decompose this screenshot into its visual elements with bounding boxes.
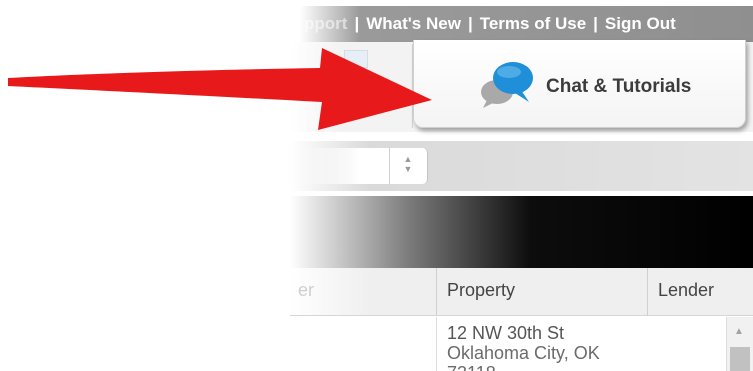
address-line-street: 12 NW 30th St [447,323,565,343]
sign-out-link[interactable]: Sign Out [605,14,676,34]
column-divider [436,268,437,316]
property-address-cell: 12 NW 30th St Oklahoma City, OK 73118 [447,323,600,371]
column-divider [647,268,648,316]
filter-select[interactable]: ▲ ▼ [300,148,428,184]
scroll-up-arrow-icon[interactable]: ▲ [734,326,744,337]
link-separator: | [593,14,598,33]
terms-of-use-link[interactable]: Terms of Use [480,14,586,34]
scroll-thumb[interactable] [730,347,750,371]
column-header-lender[interactable]: Lender [658,280,714,301]
table-header: er Property Lender [290,268,753,316]
column-header-owner[interactable]: er [298,280,314,301]
address-line-city: Oklahoma City, OK [447,343,600,363]
header-band [290,196,753,268]
vertical-scrollbar[interactable]: ▲ [726,317,753,371]
column-divider [436,317,437,371]
column-header-property[interactable]: Property [447,280,515,301]
chat-tutorials-label: Chat & Tutorials [546,76,692,97]
chat-bubbles-icon [481,62,533,108]
select-divider [389,148,390,184]
table-row[interactable]: 12 NW 30th St Oklahoma City, OK 73118 [290,317,753,371]
address-line-zip: 73118 [447,363,600,371]
up-down-spinner-icon[interactable]: ▲ ▼ [389,148,413,184]
annotation-arrow-icon [8,48,432,130]
